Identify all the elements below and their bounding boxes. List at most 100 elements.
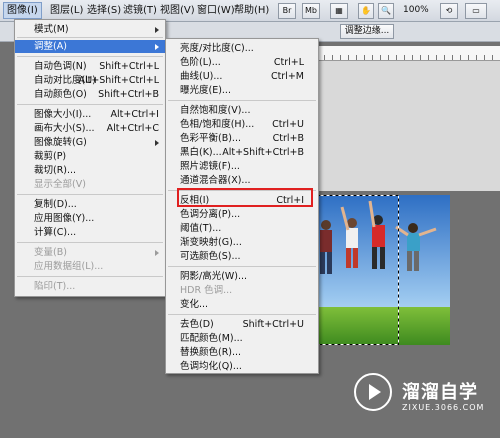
menu-help[interactable]: 帮助(H)	[231, 3, 272, 18]
image-menu-item-canvas-size[interactable]: 画布大小(S)... Alt+Ctrl+C	[15, 122, 165, 135]
menu-item-label: 去色(D)	[180, 319, 214, 330]
menu-item-label: 自然饱和度(V)...	[180, 105, 251, 116]
menu-item-label: 应用图像(Y)...	[34, 213, 95, 224]
menu-item-shortcut: Shift+Ctrl+B	[98, 89, 159, 100]
menu-select[interactable]: 选择(S)	[84, 3, 124, 18]
menu-item-shortcut: Alt+Ctrl+I	[110, 109, 160, 120]
adjust-item-color-balance[interactable]: 色彩平衡(B)... Ctrl+B	[166, 132, 318, 145]
adjust-item-variations[interactable]: 变化...	[166, 298, 318, 311]
menu-item-shortcut: Ctrl+U	[272, 119, 304, 130]
image-menu-item-auto-color[interactable]: 自动颜色(O) Shift+Ctrl+B	[15, 88, 165, 101]
view-extras-button[interactable]: ▦	[330, 3, 348, 19]
menu-item-label: 色阶(L)...	[180, 57, 221, 68]
image-menu-item-crop[interactable]: 裁剪(P)	[15, 150, 165, 163]
menu-item-label: 可选颜色(S)...	[180, 251, 241, 262]
zoom-level[interactable]: 100%	[400, 3, 432, 18]
watermark-logo: 溜溜自学 ZIXUE.3066.COM	[350, 371, 490, 429]
menu-separator	[168, 314, 316, 315]
arrange-icon: ▭	[472, 6, 480, 15]
adjust-item-curves[interactable]: 曲线(U)... Ctrl+M	[166, 70, 318, 83]
bridge-button[interactable]: Br	[278, 3, 296, 19]
menu-item-label: 计算(C)...	[34, 227, 77, 238]
adjust-item-hdr-toning: HDR 色调...	[166, 284, 318, 297]
menu-separator	[17, 276, 163, 277]
menu-item-label: 色相/饱和度(H)...	[180, 119, 255, 130]
image-menu-item-reveal-all: 显示全部(V)	[15, 178, 165, 191]
menu-item-label: 画布大小(S)...	[34, 123, 95, 134]
image-menu-item-trim[interactable]: 裁切(R)...	[15, 164, 165, 177]
adjust-item-photo-filter[interactable]: 照片滤镜(F)...	[166, 160, 318, 173]
image-menu-item-calculations[interactable]: 计算(C)...	[15, 226, 165, 239]
hand-tool-button[interactable]: ✋	[358, 3, 374, 19]
menu-item-label: 变量(B)	[34, 247, 67, 258]
adjust-item-equalize[interactable]: 色调均化(Q)...	[166, 360, 318, 373]
menu-item-label: 通道混合器(X)...	[180, 175, 251, 186]
menu-view[interactable]: 视图(V)	[157, 3, 198, 18]
image-menu-item-apply-data-set: 应用数据组(L)...	[15, 260, 165, 273]
adjust-item-selective-color[interactable]: 可选颜色(S)...	[166, 250, 318, 263]
image-menu: 模式(M) 调整(A) 自动色调(N) Shift+Ctrl+L 自动对比度(U…	[14, 19, 166, 297]
image-menu-item-duplicate[interactable]: 复制(D)...	[15, 198, 165, 211]
menu-item-label: HDR 色调...	[180, 285, 233, 296]
adjust-item-shadows-highlights[interactable]: 阴影/高光(W)...	[166, 270, 318, 283]
menu-item-label: 渐变映射(G)...	[180, 237, 242, 248]
invert-highlight-callout	[177, 188, 313, 207]
menu-item-shortcut: Shift+Ctrl+U	[242, 319, 304, 330]
adjust-item-gradient-map[interactable]: 渐变映射(G)...	[166, 236, 318, 249]
menu-item-label: 裁剪(P)	[34, 151, 67, 162]
menu-image[interactable]: 图像(I)	[3, 2, 42, 19]
menu-item-label: 显示全部(V)	[34, 179, 86, 190]
menu-separator	[168, 100, 316, 101]
adjust-item-exposure[interactable]: 曝光度(E)...	[166, 84, 318, 97]
rotate-icon: ⟲	[445, 6, 453, 15]
rotate-view-button[interactable]: ⟲	[440, 3, 458, 19]
menu-item-label: 调整(A)	[34, 41, 67, 52]
mini-bridge-button[interactable]: Mb	[302, 3, 320, 19]
menu-item-shortcut: Shift+Ctrl+L	[99, 61, 159, 72]
image-menu-item-variables: 变量(B)	[15, 246, 165, 259]
menu-separator	[17, 37, 163, 38]
menu-item-shortcut: Ctrl+M	[270, 71, 304, 82]
menu-separator	[17, 242, 163, 243]
menu-item-label: 变化...	[180, 299, 209, 310]
adjust-item-black-white[interactable]: 黑白(K)... Alt+Shift+Ctrl+B	[166, 146, 318, 159]
adjust-item-brightness-contrast[interactable]: 亮度/对比度(C)...	[166, 42, 318, 55]
menu-item-label: 阈值(T)...	[180, 223, 222, 234]
document-photo	[314, 195, 450, 345]
zoom-icon: 🔍	[381, 6, 391, 15]
adjust-item-threshold[interactable]: 阈值(T)...	[166, 222, 318, 235]
arrange-docs-button[interactable]: ▭	[465, 3, 487, 19]
adjust-item-levels[interactable]: 色阶(L)... Ctrl+L	[166, 56, 318, 69]
image-menu-item-auto-tone[interactable]: 自动色调(N) Shift+Ctrl+L	[15, 60, 165, 73]
submenu-arrow-icon	[155, 250, 159, 256]
image-menu-item-auto-contrast[interactable]: 自动对比度(U) Alt+Shift+Ctrl+L	[15, 74, 165, 87]
menu-item-shortcut: Alt+Shift+Ctrl+B	[222, 147, 304, 158]
menu-item-label: 色调均化(Q)...	[180, 361, 242, 372]
menu-item-label: 应用数据组(L)...	[34, 261, 104, 272]
adjust-item-channel-mixer[interactable]: 通道混合器(X)...	[166, 174, 318, 187]
menu-filter[interactable]: 滤镜(T)	[120, 3, 160, 18]
image-menu-item-adjust[interactable]: 调整(A)	[15, 40, 165, 53]
adjust-item-replace-color[interactable]: 替换颜色(R)...	[166, 346, 318, 359]
submenu-arrow-icon	[155, 44, 159, 50]
adjust-item-desaturate[interactable]: 去色(D) Shift+Ctrl+U	[166, 318, 318, 331]
menu-item-label: 复制(D)...	[34, 199, 77, 210]
menu-item-label: 照片滤镜(F)...	[180, 161, 240, 172]
menu-item-label: 黑白(K)...	[180, 147, 222, 158]
submenu-arrow-icon	[155, 27, 159, 33]
adjust-edge-button[interactable]: 调整边缘...	[340, 24, 394, 39]
adjust-item-vibrance[interactable]: 自然饱和度(V)...	[166, 104, 318, 117]
image-menu-item-image-rotation[interactable]: 图像旋转(G)	[15, 136, 165, 149]
menu-item-shortcut: Ctrl+B	[272, 133, 304, 144]
image-menu-item-apply-image[interactable]: 应用图像(Y)...	[15, 212, 165, 225]
menu-item-label: 阴影/高光(W)...	[180, 271, 248, 282]
adjust-item-posterize[interactable]: 色调分离(P)...	[166, 208, 318, 221]
zoom-tool-button[interactable]: 🔍	[378, 3, 394, 19]
menu-layer[interactable]: 图层(L)	[47, 3, 86, 18]
adjust-item-match-color[interactable]: 匹配颜色(M)...	[166, 332, 318, 345]
image-menu-item-image-size[interactable]: 图像大小(I)... Alt+Ctrl+I	[15, 108, 165, 121]
adjust-item-hue-saturation[interactable]: 色相/饱和度(H)... Ctrl+U	[166, 118, 318, 131]
menu-item-label: 裁切(R)...	[34, 165, 77, 176]
image-menu-item-mode[interactable]: 模式(M)	[15, 23, 165, 36]
horizontal-ruler	[300, 46, 500, 61]
